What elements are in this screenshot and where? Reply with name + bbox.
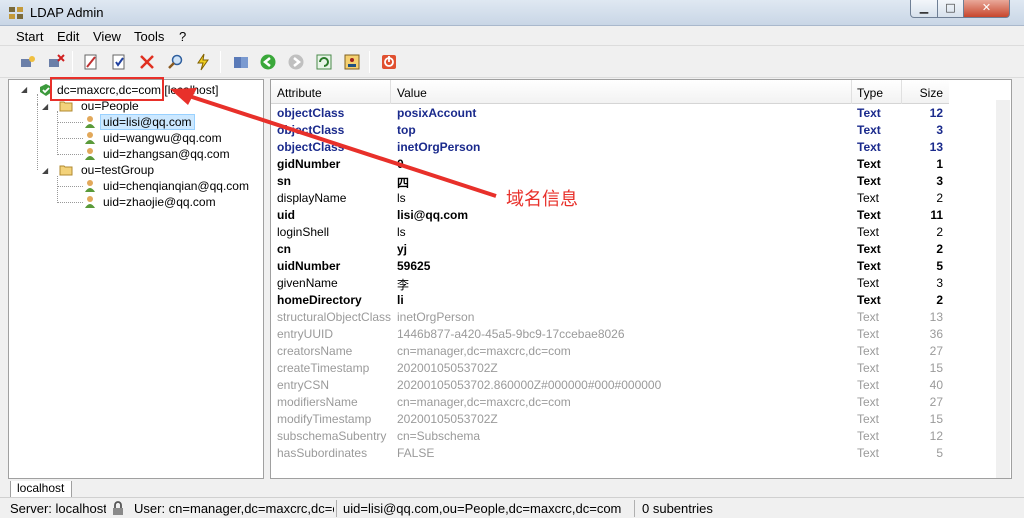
annotation-arrow [170, 88, 497, 198]
annotation-label: 域名信息 [506, 189, 578, 210]
